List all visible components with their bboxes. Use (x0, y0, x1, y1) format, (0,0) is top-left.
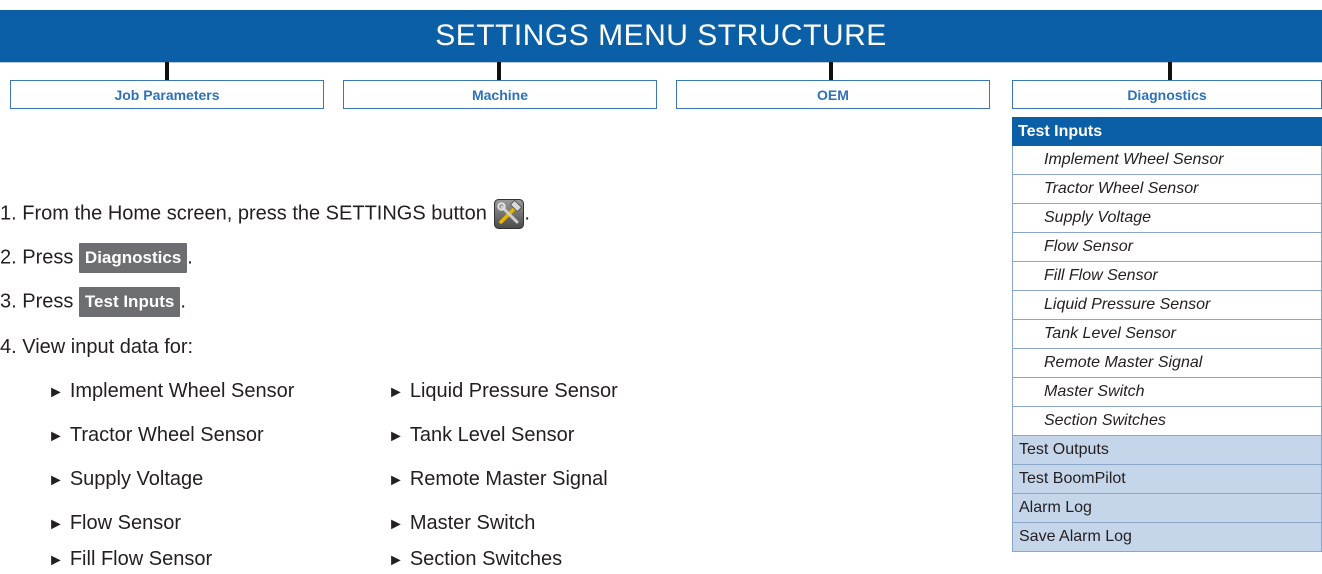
diagnostics-submenu: Test Inputs Implement Wheel Sensor Tract… (1012, 117, 1322, 552)
step-1-text: 1. From the Home screen, press the SETTI… (0, 202, 487, 225)
tree-connector (165, 62, 169, 80)
step-4: 4. View input data for: (0, 336, 194, 358)
tree-connector (1168, 62, 1172, 80)
submenu-subitem[interactable]: Flow Sensor (1012, 233, 1322, 262)
submenu-item-test-boompilot[interactable]: Test BoomPilot (1012, 465, 1322, 494)
arrow-right-icon: ► (48, 384, 64, 401)
step-3-suffix: . (180, 290, 186, 313)
submenu-subitem[interactable]: Tank Level Sensor (1012, 320, 1322, 349)
list-item: ► Supply Voltage (48, 468, 204, 490)
list-item: ► Section Switches (388, 548, 563, 570)
list-item: ► Implement Wheel Sensor (48, 380, 295, 402)
step-2: 2. Press Diagnostics. (0, 243, 193, 273)
arrow-right-icon: ► (388, 428, 404, 445)
step-1-suffix: . (524, 202, 530, 225)
arrow-right-icon: ► (48, 472, 64, 489)
tree-connector (829, 62, 833, 80)
submenu-subitem[interactable]: Remote Master Signal (1012, 349, 1322, 378)
tab-job-parameters[interactable]: Job Parameters (10, 80, 324, 109)
list-item: ► Tank Level Sensor (388, 424, 575, 446)
step-2-suffix: . (187, 246, 193, 269)
list-item: ► Fill Flow Sensor (48, 548, 213, 570)
page-title-bar: SETTINGS MENU STRUCTURE (0, 10, 1322, 62)
arrow-right-icon: ► (388, 384, 404, 401)
submenu-subitem[interactable]: Implement Wheel Sensor (1012, 146, 1322, 175)
diagnostics-button[interactable]: Diagnostics (78, 243, 188, 273)
list-item: ► Tractor Wheel Sensor (48, 424, 264, 446)
tab-diagnostics[interactable]: Diagnostics (1012, 80, 1322, 109)
submenu-item-test-outputs[interactable]: Test Outputs (1012, 436, 1322, 465)
arrow-right-icon: ► (48, 516, 64, 533)
submenu-item-save-alarm-log[interactable]: Save Alarm Log (1012, 523, 1322, 552)
list-item: ► Remote Master Signal (388, 468, 608, 490)
arrow-right-icon: ► (48, 428, 64, 445)
wrench-hammer-icon (494, 199, 525, 229)
submenu-subitem[interactable]: Master Switch (1012, 378, 1322, 407)
header-divider (0, 62, 1322, 63)
submenu-subitem[interactable]: Section Switches (1012, 407, 1322, 436)
list-item: ► Liquid Pressure Sensor (388, 380, 618, 402)
submenu-subitem[interactable]: Liquid Pressure Sensor (1012, 291, 1322, 320)
tab-machine[interactable]: Machine (343, 80, 657, 109)
arrow-right-icon: ► (388, 472, 404, 489)
arrow-right-icon: ► (388, 516, 404, 533)
step-3-text: 3. Press (0, 290, 74, 313)
step-2-text: 2. Press (0, 246, 74, 269)
arrow-right-icon: ► (48, 552, 64, 569)
arrow-right-icon: ► (388, 552, 404, 569)
page-title: SETTINGS MENU STRUCTURE (435, 19, 887, 52)
step-3: 3. Press Test Inputs. (0, 287, 186, 317)
submenu-heading-test-inputs[interactable]: Test Inputs (1012, 117, 1322, 146)
submenu-item-alarm-log[interactable]: Alarm Log (1012, 494, 1322, 523)
step-1: 1. From the Home screen, press the SETTI… (0, 199, 530, 229)
test-inputs-button[interactable]: Test Inputs (78, 287, 181, 317)
list-item: ► Flow Sensor (48, 512, 181, 534)
list-item: ► Master Switch (388, 512, 536, 534)
submenu-subitem[interactable]: Fill Flow Sensor (1012, 262, 1322, 291)
submenu-subitem[interactable]: Supply Voltage (1012, 204, 1322, 233)
submenu-subitem[interactable]: Tractor Wheel Sensor (1012, 175, 1322, 204)
tree-connector (497, 62, 501, 80)
tab-oem[interactable]: OEM (676, 80, 990, 109)
